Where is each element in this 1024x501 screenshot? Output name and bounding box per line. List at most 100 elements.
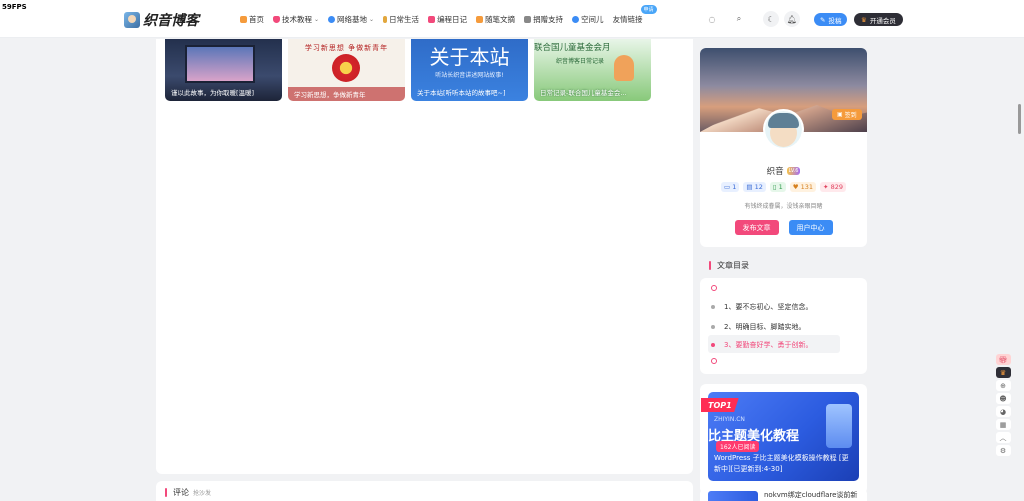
nav-item-coding[interactable]: 编程日记 (428, 14, 467, 25)
toc-heading: 文章目录 (709, 260, 749, 271)
nav-item-tech[interactable]: 技术教程 ⌄ (273, 14, 319, 25)
nav-item-network[interactable]: 网络基地 ⌄ (328, 14, 374, 25)
author-motto: 有钱终成眷属，没钱亲眼目睹 (744, 203, 823, 210)
site-logo[interactable]: 织音博客 (124, 10, 199, 30)
pen-icon: ✎ (820, 15, 826, 24)
qq-icon[interactable]: ☻ (995, 393, 1011, 404)
nav-item-space[interactable]: 空间儿 (572, 14, 604, 25)
crown-icon: ♛ (861, 15, 867, 24)
thumb-heading: 关于本站 (429, 45, 510, 69)
fire-icon: ✦ (823, 183, 829, 191)
related-post-title: 关于本站[听听本站的故事吧~] (417, 89, 506, 97)
next-post-image (708, 491, 758, 501)
read-count-badge: 162人已阅读 (716, 441, 760, 452)
related-post-card[interactable]: 联合国儿童基金会月 织音博客日常记录 日常记录-联合国儿童基金会... (534, 39, 651, 101)
toc-item[interactable]: 1、要不忘初心、坚定信念。 (711, 302, 812, 312)
member-button[interactable]: ♛ 开通会员 (854, 13, 903, 26)
post-content-card: 谨以此故事，为你取暖[温暖] 学习新思想 争做新青年 学习新思想，争做新青年 关… (156, 39, 693, 474)
planet-icon (572, 16, 580, 23)
wechat-icon[interactable]: ◕ (995, 406, 1011, 417)
bottle-icon (383, 16, 388, 23)
comment-heading: 评论 抢沙发 (165, 487, 211, 498)
header-theme: ☾ (763, 11, 779, 27)
like-icon: ♥ (792, 183, 799, 191)
nav-item-life[interactable]: 日常生活 (383, 14, 419, 25)
note-icon (476, 16, 484, 23)
header-tools: ◌ (704, 11, 720, 27)
comment-section: 评论 抢沙发 (156, 481, 693, 501)
toc-item-active[interactable]: 3、要勤奋好学、勇于创新。 (711, 340, 812, 350)
logo-text: 织音博客 (143, 13, 199, 29)
moon-icon[interactable]: ☾ (763, 11, 779, 27)
emblem-icon (332, 54, 360, 82)
chevron-down-icon: ⌄ (314, 16, 320, 23)
related-post-title: 谨以此故事，为你取暖[温暖] (171, 89, 255, 97)
top-rank-tag: TOP1 (701, 398, 739, 412)
accent-bar (165, 488, 167, 497)
network-icon (328, 16, 336, 23)
stat-popularity: ✦ 829 (820, 182, 846, 192)
thumb-heading: 学习新思想 争做新青年 (304, 44, 389, 52)
submit-button[interactable]: ✎ 投稿 (814, 13, 848, 26)
related-post-title: 学习新思想，争做新青年 (288, 87, 405, 101)
stat-comments: ▭ 1 (721, 182, 740, 192)
home-icon (240, 16, 247, 23)
logo-avatar-icon (124, 12, 140, 28)
qrcode-icon[interactable]: ▦ (995, 419, 1011, 430)
lightbulb-icon[interactable]: ◌ (704, 11, 720, 27)
search-icon[interactable]: ⌕ (731, 11, 747, 27)
toc-item[interactable]: 2、明确目标、脚踏实地。 (711, 322, 805, 332)
top-post-title: WordPress 子比主题美化模板操作教程 [更新中][已更新到:4-30] (714, 454, 849, 473)
heart-hand-icon (524, 16, 532, 23)
calendar-icon: ▣ (837, 111, 843, 118)
doc-icon: ▤ (746, 183, 753, 191)
thumb-subheading: 织音博客日常记录 (556, 58, 605, 65)
chevron-up-icon[interactable]: ︿ (995, 432, 1011, 443)
user-center-button[interactable]: 用户中心 (788, 220, 833, 235)
profile-actions: 发布文章 用户中心 (700, 220, 867, 235)
nav-item-home[interactable]: 首页 (240, 14, 264, 25)
gear-icon[interactable]: ⚙︎ (995, 445, 1011, 456)
main-nav: 首页 技术教程 ⌄ 网络基地 ⌄ 日常生活 编程日记 随笔文摘 捐赠支持 空间儿… (240, 5, 657, 25)
stat-likes: ♥ 131 (789, 182, 817, 192)
thumb-illustration (614, 55, 634, 81)
related-post-card[interactable]: 学习新思想 争做新青年 学习新思想，争做新青年 (288, 39, 405, 101)
nav-item-links[interactable]: 友情链接 申请 (613, 5, 657, 25)
thumb-subheading: 听站长织音讲述网站故事! (435, 72, 504, 79)
shield-icon (273, 16, 280, 23)
nav-item-donate[interactable]: 捐赠支持 (524, 14, 563, 25)
toc-start-marker (711, 285, 717, 291)
code-icon (428, 16, 436, 23)
level-badge: LV.6 (786, 167, 801, 175)
bell-icon[interactable]: 🔔︎ (784, 11, 800, 27)
gift-icon[interactable]: 🎁︎ (995, 354, 1011, 365)
related-post-title: 日常记录-联合国儿童基金会... (540, 89, 627, 97)
publish-post-button[interactable]: 发布文章 (734, 220, 779, 235)
next-post-title: nokvm绑定cloudflare谈前新 (764, 491, 858, 499)
add-icon[interactable]: ⊕ (995, 380, 1011, 391)
apply-badge: 申请 (640, 5, 657, 14)
header-search: ⌕ (731, 11, 747, 27)
comment-icon: ▭ (724, 183, 731, 191)
thumb-heading: 联合国儿童基金会月 (534, 43, 611, 53)
fps-counter: 59FPS (2, 3, 27, 11)
avatar[interactable] (763, 109, 804, 150)
author-name[interactable]: 织音 LV.6 (700, 165, 867, 177)
related-post-card[interactable]: 谨以此故事，为你取暖[温暖] (165, 39, 282, 101)
crown-icon[interactable]: ♛ (995, 367, 1011, 378)
bookmark-icon: ▯ (772, 183, 777, 191)
scrollbar-thumb[interactable] (1018, 104, 1021, 134)
nav-item-essay[interactable]: 随笔文摘 (476, 14, 515, 25)
related-posts: 谨以此故事，为你取暖[温暖] 学习新思想 争做新青年 学习新思想，争做新青年 关… (165, 39, 657, 101)
thumb-image (185, 45, 255, 83)
signin-button[interactable]: ▣ 签到 (832, 109, 862, 120)
figure-illustration (826, 404, 852, 448)
chevron-down-icon: ⌄ (369, 16, 375, 23)
toc-end-marker (711, 358, 717, 364)
related-post-card[interactable]: 关于本站 听站长织音讲述网站故事! 关于本站[听听本站的故事吧~] (411, 39, 528, 101)
author-profile-card: ▣ 签到 织音 LV.6 ▭ 1 ▤ 12 ▯ 1 ♥ 131 ✦ 829 有钱… (700, 48, 867, 247)
stat-favorites: ▯ 1 (769, 182, 786, 192)
floating-toolbar: 🎁︎ ♛ ⊕ ☻ ◕ ▦ ︿ ⚙︎ (993, 354, 1013, 458)
next-post-card[interactable]: nokvm绑定cloudflare谈前新 (700, 488, 867, 501)
table-of-contents: 1、要不忘初心、坚定信念。 2、明确目标、脚踏实地。 3、要勤奋好学、勇于创新。 (700, 278, 867, 374)
